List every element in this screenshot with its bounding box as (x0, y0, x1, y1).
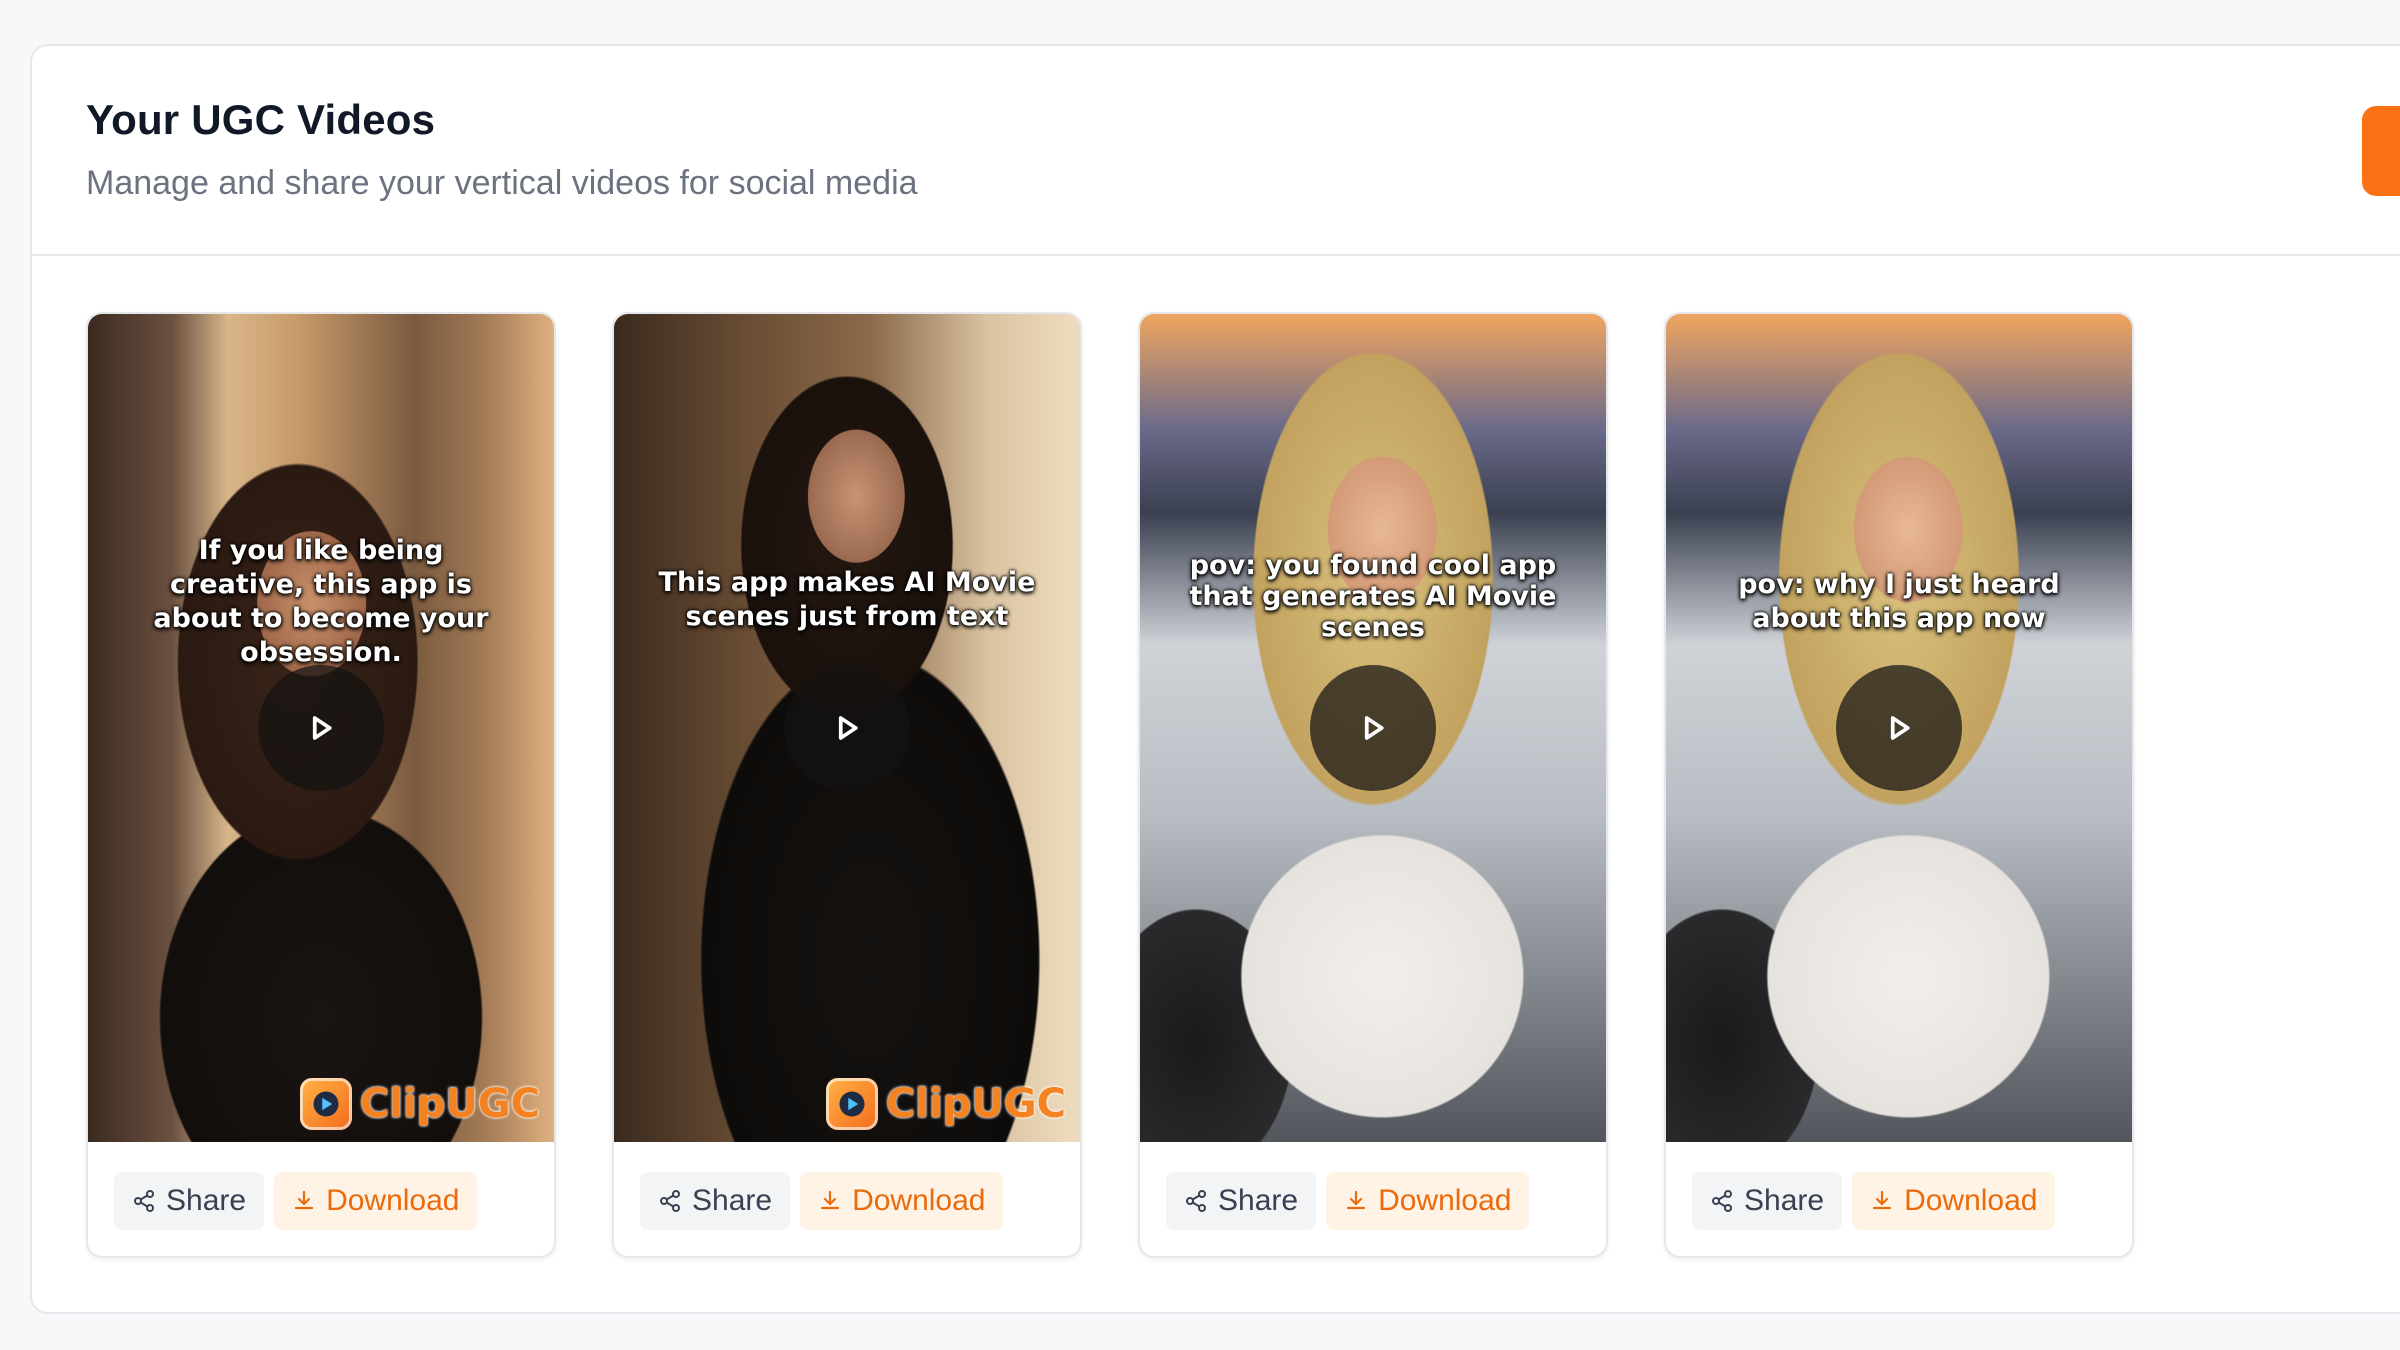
video-caption: If you like being creative, this app is … (153, 535, 489, 668)
share-label: Share (1218, 1184, 1299, 1217)
video-card: pov: why I just heard about this app now… (1664, 312, 2134, 1258)
video-caption: pov: you found cool app that generates A… (1189, 550, 1557, 643)
brand-watermark: ClipUGC (825, 1078, 1066, 1130)
video-caption: pov: why I just heard about this app now (1738, 569, 2060, 634)
download-button[interactable]: Download (800, 1172, 1004, 1230)
play-icon (1364, 716, 1384, 740)
video-thumbnail[interactable]: This app makes AI Movie scenes just from… (614, 314, 1080, 1142)
share-button[interactable]: Share (1692, 1172, 1843, 1230)
share-label: Share (692, 1184, 773, 1217)
share-label: Share (1744, 1184, 1825, 1217)
page-subtitle: Manage and share your vertical videos fo… (86, 164, 918, 202)
download-icon (820, 1190, 840, 1210)
download-icon (294, 1190, 314, 1210)
share-button[interactable]: Share (640, 1172, 791, 1230)
share-icon (660, 1190, 680, 1212)
card-actions: Share Download (114, 1172, 478, 1230)
video-thumbnail[interactable]: If you like being creative, this app is … (88, 314, 554, 1142)
download-button[interactable]: Download (1852, 1172, 2056, 1230)
brand-name: ClipUGC (885, 1081, 1066, 1127)
share-button[interactable]: Share (1166, 1172, 1317, 1230)
download-label: Download (326, 1184, 460, 1217)
share-button[interactable]: Share (114, 1172, 265, 1230)
share-icon (134, 1190, 154, 1212)
play-icon (1890, 716, 1910, 740)
videos-panel: Your UGC Videos Manage and share your ve… (30, 44, 2400, 1314)
panel-header: Your UGC Videos Manage and share your ve… (32, 46, 2400, 256)
download-icon (1346, 1190, 1366, 1210)
play-icon (312, 716, 332, 740)
play-button[interactable] (258, 665, 384, 791)
download-label: Download (852, 1184, 986, 1217)
video-caption: This app makes AI Movie scenes just from… (658, 567, 1036, 632)
card-actions: Share Download (1692, 1172, 2056, 1230)
download-button[interactable]: Download (274, 1172, 478, 1230)
play-icon (838, 716, 858, 740)
download-icon (1872, 1190, 1892, 1210)
share-icon (1712, 1190, 1732, 1212)
video-grid: If you like being creative, this app is … (86, 312, 2134, 1258)
download-label: Download (1904, 1184, 2038, 1217)
video-card: This app makes AI Movie scenes just from… (612, 312, 1082, 1258)
clipugc-logo-icon (825, 1078, 878, 1130)
brand-name: ClipUGC (359, 1081, 540, 1127)
download-button[interactable]: Download (1326, 1172, 1530, 1230)
play-button[interactable] (1836, 665, 1962, 791)
clipugc-logo-icon (299, 1078, 352, 1130)
play-button[interactable] (784, 665, 910, 791)
share-label: Share (166, 1184, 247, 1217)
video-card: pov: you found cool app that generates A… (1138, 312, 1608, 1258)
primary-action-button[interactable] (2362, 106, 2400, 196)
video-thumbnail[interactable]: pov: why I just heard about this app now (1666, 314, 2132, 1142)
video-card: If you like being creative, this app is … (86, 312, 556, 1258)
card-actions: Share Download (1166, 1172, 1530, 1230)
card-actions: Share Download (640, 1172, 1004, 1230)
page-title: Your UGC Videos (86, 96, 436, 143)
brand-watermark: ClipUGC (299, 1078, 540, 1130)
play-button[interactable] (1310, 665, 1436, 791)
video-thumbnail[interactable]: pov: you found cool app that generates A… (1140, 314, 1606, 1142)
share-icon (1186, 1190, 1206, 1212)
download-label: Download (1378, 1184, 1512, 1217)
